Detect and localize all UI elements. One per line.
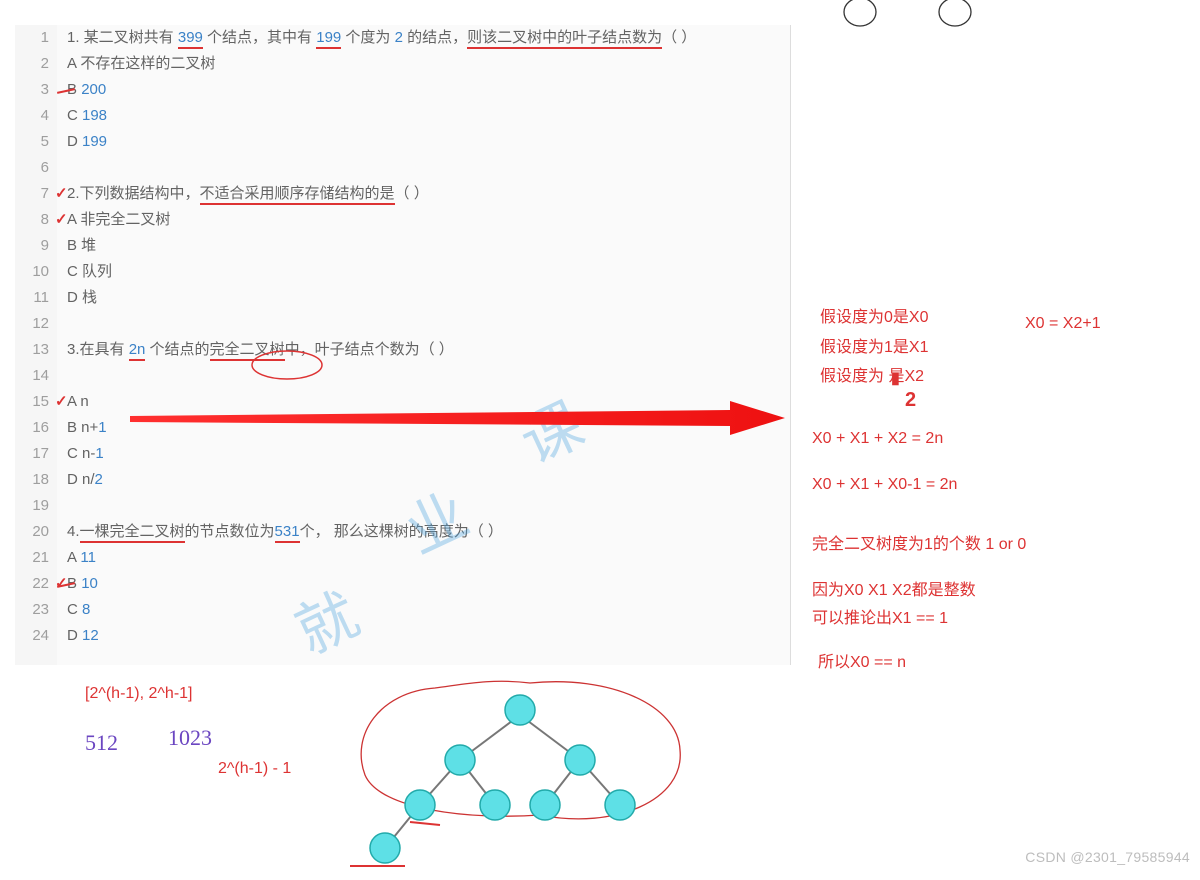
note-line-3: 假设度为 是X2 ▮ 2 [820, 364, 928, 390]
code-line: 1. 某二叉树共有 399 个结点，其中有 199 个度为 2 的结点，则该二叉… [57, 25, 790, 51]
line-number: 15 [15, 389, 57, 415]
tick-mark: ✓ [55, 389, 68, 415]
handwritten-1023: 1023 [168, 725, 212, 751]
line-number: 24 [15, 623, 57, 649]
equation-x0-x2: X0 = X2+1 [1025, 315, 1101, 333]
code-line: B 堆 [57, 233, 790, 259]
line-number: 11 [15, 285, 57, 311]
code-line: 4.一棵完全二叉树的节点数位为531个， 那么这棵树的高度为（ ） [57, 519, 790, 545]
line-gutter: 123456789101112131415161718192021222324 [15, 25, 58, 665]
code-line: A 11 [57, 545, 790, 571]
code-area: 1. 某二叉树共有 399 个结点，其中有 199 个度为 2 的结点，则该二叉… [57, 25, 790, 665]
code-line [57, 363, 790, 389]
line-number: 18 [15, 467, 57, 493]
formula-4: 因为X0 X1 X2都是整数 [812, 576, 976, 600]
line-number: 22 [15, 571, 57, 597]
code-line: A 不存在这样的二叉树 [57, 51, 790, 77]
formula-1: X0 + X1 + X2 = 2n [812, 430, 943, 448]
code-line: D 12 [57, 623, 790, 649]
line-number: 12 [15, 311, 57, 337]
question-panel: 123456789101112131415161718192021222324 … [15, 25, 791, 665]
code-line: D 199 [57, 129, 790, 155]
code-line: B 200 [57, 77, 790, 103]
line-number: 8 [15, 207, 57, 233]
line-number: 10 [15, 259, 57, 285]
top-tree-sketch [830, 0, 1010, 37]
line-number: 4 [15, 103, 57, 129]
line-number: 3 [15, 77, 57, 103]
line-number: 5 [15, 129, 57, 155]
formula-3: 完全二叉树度为1的个数 1 or 0 [812, 530, 1026, 554]
handwritten-two-num: 2 [905, 384, 916, 416]
note-line-1: 假设度为0是X0 [820, 305, 928, 331]
line-number: 9 [15, 233, 57, 259]
formula-6: 所以X0 == n [818, 648, 906, 672]
full-minus-formula: 2^(h-1) - 1 [218, 760, 291, 778]
csdn-watermark: CSDN @2301_79585944 [1025, 849, 1190, 865]
line-number: 1 [15, 25, 57, 51]
handwritten-two: ▮ [891, 366, 900, 392]
range-formula: [2^(h-1), 2^h-1] [85, 685, 193, 703]
code-line [57, 311, 790, 337]
note-line-2: 假设度为1是X1 [820, 335, 928, 361]
circle-annotation-complete [247, 345, 327, 385]
code-line: C n-1 [57, 441, 790, 467]
line-number: 2 [15, 51, 57, 77]
code-line: C 8 [57, 597, 790, 623]
tree-diagram [330, 680, 710, 880]
code-line: C 队列 [57, 259, 790, 285]
formula-5: 可以推论出X1 == 1 [812, 604, 948, 628]
handwritten-512: 512 [85, 730, 118, 756]
line-number: 20 [15, 519, 57, 545]
line-number: 21 [15, 545, 57, 571]
arrow-to-notes [130, 398, 790, 438]
line-number: 14 [15, 363, 57, 389]
code-line [57, 155, 790, 181]
line-number: 7 [15, 181, 57, 207]
line-number: 19 [15, 493, 57, 519]
code-line: D 栈 [57, 285, 790, 311]
code-line: ✓B 10 [57, 571, 790, 597]
line-number: 17 [15, 441, 57, 467]
code-line: 3.在具有 2n 个结点的完全二叉树中，叶子结点个数为（ ） [57, 337, 790, 363]
line-number: 13 [15, 337, 57, 363]
code-line: ✓A 非完全二叉树 [57, 207, 790, 233]
line-number: 23 [15, 597, 57, 623]
code-line: ✓2.下列数据结构中，不适合采用顺序存储结构的是（ ） [57, 181, 790, 207]
code-line: D n/2 [57, 467, 790, 493]
tick-mark: ✓ [55, 207, 68, 233]
code-line: C 198 [57, 103, 790, 129]
line-number: 16 [15, 415, 57, 441]
solution-notes: 假设度为0是X0 假设度为1是X1 假设度为 是X2 ▮ 2 [820, 305, 928, 394]
line-number: 6 [15, 155, 57, 181]
formula-2: X0 + X1 + X0-1 = 2n [812, 476, 957, 494]
tick-mark: ✓ [55, 181, 68, 207]
code-line [57, 493, 790, 519]
